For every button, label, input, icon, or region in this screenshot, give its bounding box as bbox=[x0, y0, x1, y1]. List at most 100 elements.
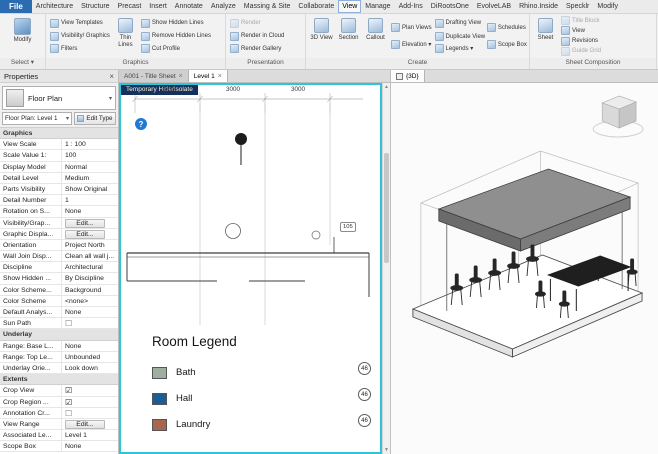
ribbon-tab[interactable]: Structure bbox=[77, 0, 113, 13]
ribbon-button[interactable]: Render in Cloud bbox=[230, 31, 284, 41]
ribbon-big-button[interactable]: Callout bbox=[362, 15, 389, 57]
instance-combo[interactable]: Floor Plan: Level 1 ▾ bbox=[2, 112, 72, 125]
ribbon-button[interactable]: Remove Hidden Lines bbox=[140, 31, 211, 41]
ribbon-big-button[interactable]: Section bbox=[335, 15, 362, 57]
property-row[interactable]: Crop View bbox=[0, 385, 118, 397]
property-row[interactable]: Extents bbox=[0, 374, 118, 386]
element-tag[interactable]: 46 bbox=[358, 388, 371, 401]
property-row[interactable]: Wall Join Disp... Clean all wall j... bbox=[0, 251, 118, 263]
ribbon-tab[interactable]: Insert bbox=[145, 0, 171, 13]
ribbon-tab[interactable]: Manage bbox=[361, 0, 394, 13]
element-tag[interactable]: 46 bbox=[358, 414, 371, 427]
sheet-button[interactable]: Sheet bbox=[532, 15, 559, 57]
room-legend[interactable]: Room Legend Bath Hall Laundry bbox=[152, 334, 237, 444]
property-row[interactable]: Graphics bbox=[0, 128, 118, 140]
ribbon-tab[interactable]: Specklr bbox=[562, 0, 593, 13]
property-row[interactable]: Detail Number 1 bbox=[0, 195, 118, 207]
ribbon-tab[interactable]: DiRootsOne bbox=[427, 0, 473, 13]
property-value[interactable] bbox=[62, 385, 118, 395]
property-row[interactable]: Underlay Orie... Look down bbox=[0, 362, 118, 375]
file-menu-button[interactable]: File bbox=[0, 0, 32, 13]
property-value[interactable]: 1 bbox=[62, 195, 118, 205]
scroll-down-icon[interactable]: ▼ bbox=[383, 447, 390, 453]
ribbon-button[interactable]: Scope Box bbox=[486, 40, 527, 49]
property-row[interactable]: Discipline Architectural bbox=[0, 262, 118, 274]
ribbon-tab[interactable]: Collaborate bbox=[294, 0, 338, 13]
ribbon-button[interactable]: Title Block bbox=[561, 16, 601, 26]
three-d-canvas[interactable] bbox=[391, 83, 658, 454]
property-row[interactable]: Color Scheme... Background bbox=[0, 284, 118, 296]
property-row[interactable]: Scope Box None bbox=[0, 441, 118, 453]
property-value[interactable]: Architectural bbox=[62, 262, 118, 272]
ribbon-tab[interactable]: Architecture bbox=[32, 0, 77, 13]
ribbon-button[interactable]: Cut Profile bbox=[140, 44, 211, 54]
property-row[interactable]: Orientation Project North bbox=[0, 239, 118, 252]
close-icon[interactable]: × bbox=[109, 72, 114, 81]
property-value[interactable]: None bbox=[62, 341, 118, 351]
ribbon-button[interactable]: Show Hidden Lines bbox=[140, 18, 211, 28]
property-value[interactable]: By Discipline bbox=[62, 273, 118, 283]
ribbon-button[interactable]: View bbox=[561, 26, 601, 36]
property-value[interactable]: None bbox=[62, 206, 118, 216]
type-selector[interactable]: Floor Plan ▾ bbox=[2, 86, 116, 110]
ribbon-tab[interactable]: EvolveLAB bbox=[473, 0, 515, 13]
property-row[interactable]: Scale Value 1: 100 bbox=[0, 150, 118, 162]
edit-type-button[interactable]: Edit Type bbox=[74, 112, 116, 125]
ribbon-tab[interactable]: Annotate bbox=[171, 0, 207, 13]
property-row[interactable]: Sun Path bbox=[0, 318, 118, 330]
property-row[interactable]: Crop Region ... bbox=[0, 396, 118, 408]
property-row[interactable]: Underlay bbox=[0, 329, 118, 341]
close-icon[interactable]: × bbox=[218, 73, 222, 80]
ribbon-button[interactable]: Drafting View bbox=[434, 18, 483, 28]
property-value[interactable]: <none> bbox=[62, 296, 118, 306]
ribbon-button[interactable]: Plan Views ▾ bbox=[391, 23, 433, 32]
view-tab[interactable]: Level 1 × bbox=[188, 70, 228, 82]
ribbon-button[interactable]: Legends ▾ bbox=[434, 44, 483, 54]
property-row[interactable]: Range: Top Le... Unbounded bbox=[0, 351, 118, 363]
property-value[interactable] bbox=[62, 318, 118, 328]
property-row[interactable]: Associated Le... Level 1 bbox=[0, 430, 118, 442]
ribbon-button[interactable]: Duplicate View ▾ bbox=[434, 31, 485, 41]
property-value[interactable] bbox=[62, 397, 118, 407]
ribbon-button[interactable]: Visibility/ Graphics bbox=[50, 31, 110, 41]
property-value[interactable]: None bbox=[62, 441, 118, 451]
ribbon-button[interactable]: Schedules ▾ bbox=[486, 23, 527, 32]
ribbon-tab[interactable]: Add-Ins bbox=[395, 0, 427, 13]
property-value[interactable]: Edit... bbox=[65, 218, 105, 228]
property-value[interactable]: Normal bbox=[62, 162, 118, 172]
property-row[interactable]: Color Scheme <none> bbox=[0, 295, 118, 307]
vertical-scrollbar[interactable]: ▲ ▼ bbox=[382, 83, 390, 454]
scrollbar-thumb[interactable] bbox=[384, 153, 389, 263]
ribbon-tab[interactable]: Modify bbox=[593, 0, 622, 13]
property-value[interactable]: Unbounded bbox=[62, 352, 118, 362]
property-row[interactable]: Display Model Normal bbox=[0, 161, 118, 173]
property-row[interactable]: View Range Edit... bbox=[0, 418, 118, 431]
property-value[interactable]: Level 1 bbox=[62, 430, 118, 440]
property-row[interactable]: Parts Visibility Show Original bbox=[0, 183, 118, 196]
panel-label-select[interactable]: Select ▾ bbox=[0, 58, 45, 69]
property-row[interactable]: Detail Level Medium bbox=[0, 172, 118, 184]
property-value[interactable]: Look down bbox=[62, 363, 118, 373]
property-row[interactable]: Range: Base L... None bbox=[0, 340, 118, 352]
ribbon-button[interactable]: View Templates bbox=[50, 18, 110, 28]
view-tab[interactable]: A001 - Title Sheet × bbox=[119, 70, 189, 82]
ribbon-button[interactable]: Revisions bbox=[561, 36, 601, 46]
ribbon-tab[interactable]: View bbox=[338, 0, 362, 13]
ribbon-tab[interactable]: Massing & Site bbox=[240, 0, 295, 13]
property-value[interactable]: None bbox=[62, 307, 118, 317]
property-row[interactable]: Show Hidden ... By Discipline bbox=[0, 273, 118, 285]
property-value[interactable]: 100 bbox=[62, 150, 118, 160]
legend-item[interactable]: Hall bbox=[152, 392, 237, 405]
property-value[interactable]: Edit... bbox=[65, 419, 105, 429]
ribbon-button[interactable]: Filters bbox=[50, 44, 110, 54]
plan-canvas[interactable]: Temporary Hide/Isolate ? 3000 3000 3000 … bbox=[119, 83, 382, 454]
ribbon-big-button[interactable]: 3D View bbox=[308, 15, 335, 57]
ribbon-button[interactable]: Elevation ▾ bbox=[391, 40, 431, 49]
modify-button[interactable]: Modify bbox=[9, 15, 36, 57]
view-tab-3d[interactable]: {3D} bbox=[391, 70, 425, 82]
property-row[interactable]: Visibility/Grap... Edit... bbox=[0, 217, 118, 229]
help-icon[interactable]: ? bbox=[135, 118, 147, 130]
element-tag[interactable]: 46 bbox=[358, 362, 371, 375]
close-icon[interactable]: × bbox=[179, 73, 183, 80]
property-value[interactable]: Background bbox=[62, 285, 118, 295]
